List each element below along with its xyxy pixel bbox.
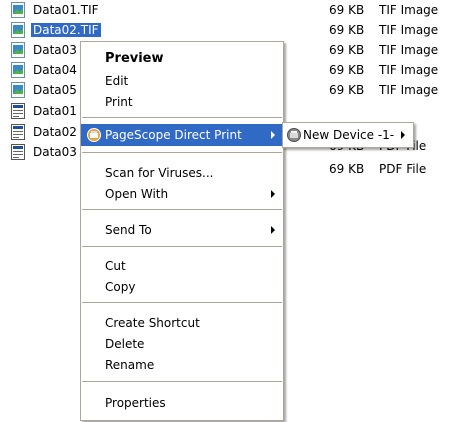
menu-item-send-to[interactable]: Send To	[81, 219, 283, 241]
file-size: 69 KB	[329, 162, 365, 176]
menu-item-properties[interactable]: Properties	[81, 392, 283, 414]
menu-item-label: PageScope Direct Print	[105, 128, 242, 142]
file-type: TIF Image	[379, 43, 439, 57]
file-size: 69 KB	[329, 23, 365, 37]
pdf-file-icon	[11, 103, 25, 119]
submenu-item-label: New Device -1-	[303, 128, 395, 142]
tif-image-icon	[11, 2, 25, 18]
file-type: TIF Image	[379, 3, 439, 17]
tif-image-icon	[11, 62, 25, 78]
submenu-arrow-icon	[271, 226, 275, 234]
menu-item-label: Scan for Viruses...	[105, 166, 214, 180]
file-row[interactable]: Data02.TIF 69 KB TIF Image	[0, 20, 470, 40]
menu-separator	[82, 246, 282, 247]
pagescope-submenu: New Device -1-	[282, 122, 414, 148]
menu-item-label: Rename	[105, 358, 155, 372]
pdf-file-icon	[11, 124, 25, 140]
file-size: 69 KB	[329, 83, 365, 97]
menu-item-label: Copy	[105, 280, 136, 294]
file-name: Data01	[33, 104, 77, 118]
tif-image-icon	[11, 82, 25, 98]
menu-item-rename[interactable]: Rename	[81, 354, 283, 376]
pagescope-icon	[87, 128, 101, 142]
file-name: Data02.TIF	[31, 23, 101, 37]
menu-separator	[82, 381, 282, 382]
file-size: 69 KB	[329, 3, 365, 17]
menu-item-label: Edit	[105, 74, 129, 88]
menu-item-preview[interactable]: Preview	[81, 49, 283, 71]
pdf-file-icon	[11, 144, 25, 160]
file-name: Data01.TIF	[33, 3, 99, 17]
file-name: Data04	[33, 63, 77, 77]
printer-device-icon	[287, 128, 301, 142]
submenu-arrow-icon	[271, 131, 275, 139]
file-size: 69 KB	[329, 43, 365, 57]
menu-separator	[82, 152, 282, 153]
menu-item-label: Print	[105, 95, 133, 109]
file-name: Data03	[33, 43, 77, 57]
menu-item-label: Cut	[105, 259, 126, 273]
menu-item-copy[interactable]: Copy	[81, 276, 283, 298]
file-row[interactable]: Data01.TIF 69 KB TIF Image	[0, 0, 470, 20]
menu-item-label: Properties	[105, 396, 166, 410]
menu-item-pagescope-direct-print[interactable]: PageScope Direct Print	[81, 124, 283, 146]
menu-separator	[82, 302, 282, 303]
menu-item-cut[interactable]: Cut	[81, 255, 283, 277]
tif-image-icon	[11, 42, 25, 58]
menu-item-label: Preview	[105, 51, 164, 66]
menu-item-print[interactable]: Print	[81, 91, 283, 113]
menu-item-label: Open With	[105, 187, 169, 201]
menu-item-label: Create Shortcut	[105, 316, 200, 330]
menu-item-delete[interactable]: Delete	[81, 333, 283, 355]
submenu-item-new-device[interactable]: New Device -1-	[283, 123, 413, 147]
menu-item-label: Send To	[105, 223, 152, 237]
menu-separator	[82, 117, 282, 118]
file-name: Data05	[33, 83, 77, 97]
menu-item-open-with[interactable]: Open With	[81, 183, 283, 205]
file-type: TIF Image	[379, 83, 439, 97]
menu-separator	[82, 209, 282, 210]
file-size: 69 KB	[329, 63, 365, 77]
context-menu: Preview Edit Print PageScope Direct Prin…	[80, 41, 284, 421]
submenu-arrow-icon	[271, 190, 275, 198]
file-name: Data02	[33, 125, 77, 139]
submenu-arrow-icon	[401, 131, 405, 139]
menu-item-scan-for-viruses[interactable]: Scan for Viruses...	[81, 162, 283, 184]
file-type: TIF Image	[379, 63, 439, 77]
file-type: TIF Image	[379, 23, 439, 37]
menu-item-edit[interactable]: Edit	[81, 70, 283, 92]
file-name: Data03	[33, 145, 77, 159]
menu-item-label: Delete	[105, 337, 145, 351]
menu-item-create-shortcut[interactable]: Create Shortcut	[81, 312, 283, 334]
tif-image-icon	[11, 22, 25, 38]
file-type: PDF File	[379, 162, 427, 176]
